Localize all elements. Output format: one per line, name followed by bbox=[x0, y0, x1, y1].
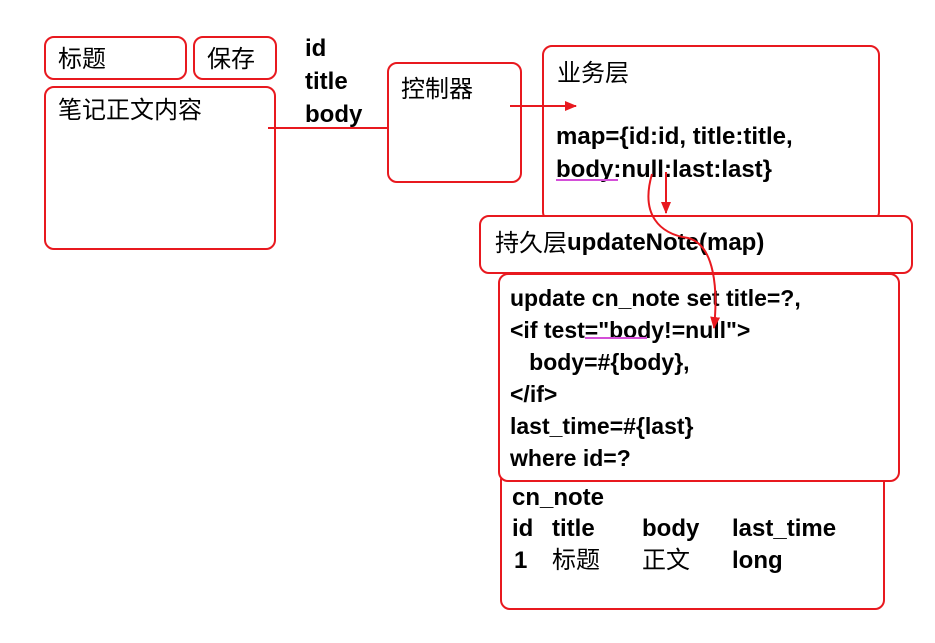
connector-arrows bbox=[268, 101, 721, 329]
map-body-to-sql-arrow bbox=[647, 173, 721, 329]
